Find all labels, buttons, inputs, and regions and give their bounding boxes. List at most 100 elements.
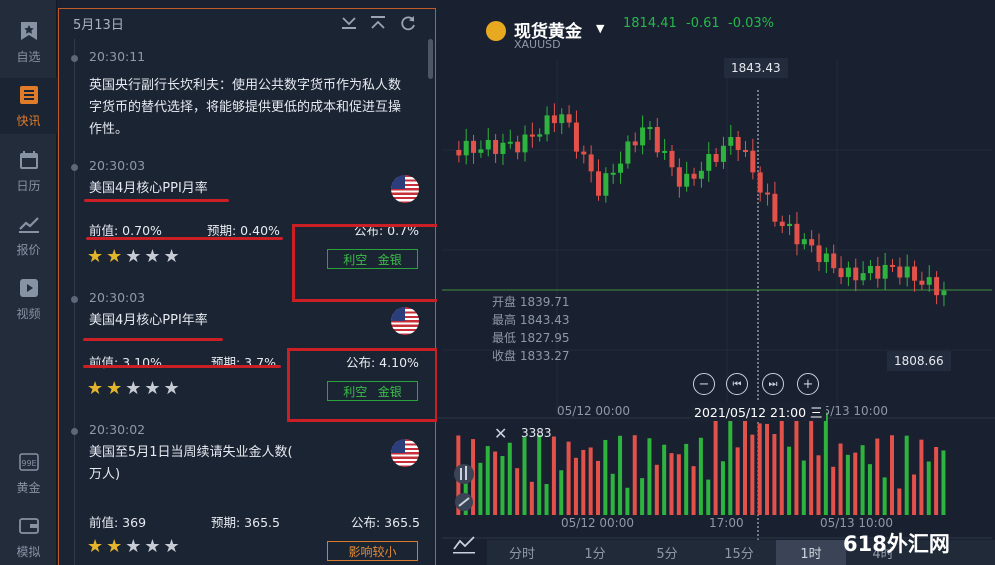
volume-bar xyxy=(588,447,593,515)
close-icon[interactable]: ✕ xyxy=(494,424,507,443)
nav-watchlist[interactable]: 自选 xyxy=(0,14,57,70)
volume-bar xyxy=(860,445,865,515)
candle-body xyxy=(934,277,940,296)
step-forward-icon[interactable]: ⏭ xyxy=(762,373,784,395)
timeline-dot xyxy=(71,428,78,435)
candle-body xyxy=(493,140,499,154)
candle-body xyxy=(522,134,528,153)
news-title: 美国至5月1日当周续请失业金人数( xyxy=(89,445,293,460)
volume-bar xyxy=(823,412,828,515)
volume-bar xyxy=(794,411,799,515)
candle-body xyxy=(809,239,815,246)
news-item[interactable]: 20:30:02 美国至5月1日当周续请失业金人数( 万人) 前值: 369 预… xyxy=(59,422,429,562)
watermark: 618外汇网 xyxy=(843,532,950,556)
x-axis-label: 05/12 00:00 xyxy=(557,404,630,418)
x-axis-label: 05/13 10:00 xyxy=(815,404,888,418)
step-back-icon[interactable]: ⏮ xyxy=(726,373,748,395)
zoom-out-icon[interactable]: − xyxy=(693,373,715,395)
nav-label: 快讯 xyxy=(16,113,41,128)
volume-bar xyxy=(581,449,586,515)
tf-5m[interactable]: 5分 xyxy=(632,540,702,565)
nav-calendar[interactable]: 日历 xyxy=(0,143,57,199)
chart-type-icon[interactable] xyxy=(452,533,476,555)
candle-body xyxy=(478,149,484,153)
volume-bar xyxy=(919,439,924,515)
candle-body xyxy=(919,280,925,285)
volume-bar xyxy=(669,453,674,515)
volume-bar xyxy=(831,466,836,515)
volume-bar xyxy=(566,441,571,515)
svg-text:99E: 99E xyxy=(21,459,36,468)
candle-body xyxy=(581,151,587,155)
candle-body xyxy=(529,134,535,137)
candle-body xyxy=(779,221,785,227)
scroll-top-icon[interactable] xyxy=(369,14,387,32)
us-flag-icon xyxy=(391,439,419,467)
candle-body xyxy=(831,253,837,269)
volume-bar xyxy=(522,437,527,515)
candle-body xyxy=(845,267,851,278)
volume-bar xyxy=(507,442,512,515)
volume-bar xyxy=(515,468,520,515)
candlestick-chart[interactable] xyxy=(437,0,995,565)
previous-value: 前值: 369 xyxy=(89,515,147,530)
candle-body xyxy=(728,136,734,146)
volume-bar xyxy=(787,446,792,515)
candle-body xyxy=(573,122,579,152)
volume-bar xyxy=(912,474,917,515)
volume-bar xyxy=(713,410,718,515)
annotation-box xyxy=(287,348,438,422)
ohlc-high: 最高 1843.43 xyxy=(492,313,570,327)
candle-body xyxy=(500,142,506,154)
volume-bar xyxy=(654,464,659,515)
news-text-line: 英国央行副行长坎利夫：使用公共数字货币作为私人数 xyxy=(89,78,402,93)
candle-body xyxy=(654,127,660,153)
zoom-in-icon[interactable]: + xyxy=(797,373,819,395)
candle-body xyxy=(588,154,594,172)
tf-1h[interactable]: 1时 xyxy=(776,540,846,565)
annotation-underline xyxy=(83,365,281,368)
low-price-label: 1808.66 xyxy=(887,351,951,371)
nav-demo[interactable]: 模拟 xyxy=(0,509,57,565)
volume-bar xyxy=(478,462,483,515)
nav-label: 模拟 xyxy=(16,544,41,559)
scroll-bottom-icon[interactable] xyxy=(340,14,358,32)
tf-15m[interactable]: 15分 xyxy=(704,540,774,565)
candle-body xyxy=(882,264,888,279)
candle-body xyxy=(853,267,859,281)
tf-1m[interactable]: 1分 xyxy=(560,540,630,565)
candle-body xyxy=(706,154,712,171)
volume-bar xyxy=(640,478,645,515)
nav-label: 自选 xyxy=(16,49,41,64)
news-time: 20:30:03 xyxy=(89,158,146,173)
candle-body xyxy=(720,145,726,162)
annotation-box xyxy=(292,224,440,302)
news-item[interactable]: 20:30:11 英国央行副行长坎利夫：使用公共数字货币作为私人数 字货币的替代… xyxy=(59,49,429,149)
candle-body xyxy=(875,265,881,279)
volume-bar xyxy=(676,454,681,515)
news-time: 20:30:03 xyxy=(89,290,146,305)
volume-bar xyxy=(845,454,850,515)
impact-label: 影响较小 xyxy=(348,544,397,559)
volume-bar xyxy=(529,481,534,515)
chart-panel: 现货黄金 ▼ XAUUSD 1814.41 -0.61 -0.03% 1843.… xyxy=(437,0,995,565)
indicator-tool-icon[interactable] xyxy=(452,460,476,512)
news-date: 5月13日 xyxy=(73,18,124,33)
candle-body xyxy=(757,172,763,193)
refresh-icon[interactable] xyxy=(399,14,417,32)
nav-gold[interactable]: 99E 黄金 xyxy=(0,445,57,501)
nav-quotes[interactable]: 报价 xyxy=(0,207,57,263)
nav-news[interactable]: 快讯 xyxy=(0,78,57,134)
tf-tick[interactable]: 分时 xyxy=(487,540,557,565)
candle-body xyxy=(515,141,521,153)
nav-video[interactable]: 视频 xyxy=(0,271,57,327)
nav-label: 报价 xyxy=(16,242,41,257)
volume-bar xyxy=(757,423,762,515)
candle-body xyxy=(867,265,873,274)
importance-stars: ★★★★★ xyxy=(87,378,183,399)
forecast-value: 预期: 3.7% xyxy=(211,355,276,370)
news-icon xyxy=(18,84,40,106)
candle-body xyxy=(537,134,543,137)
volume-bar xyxy=(875,438,880,515)
news-header: 5月13日 xyxy=(59,9,435,37)
